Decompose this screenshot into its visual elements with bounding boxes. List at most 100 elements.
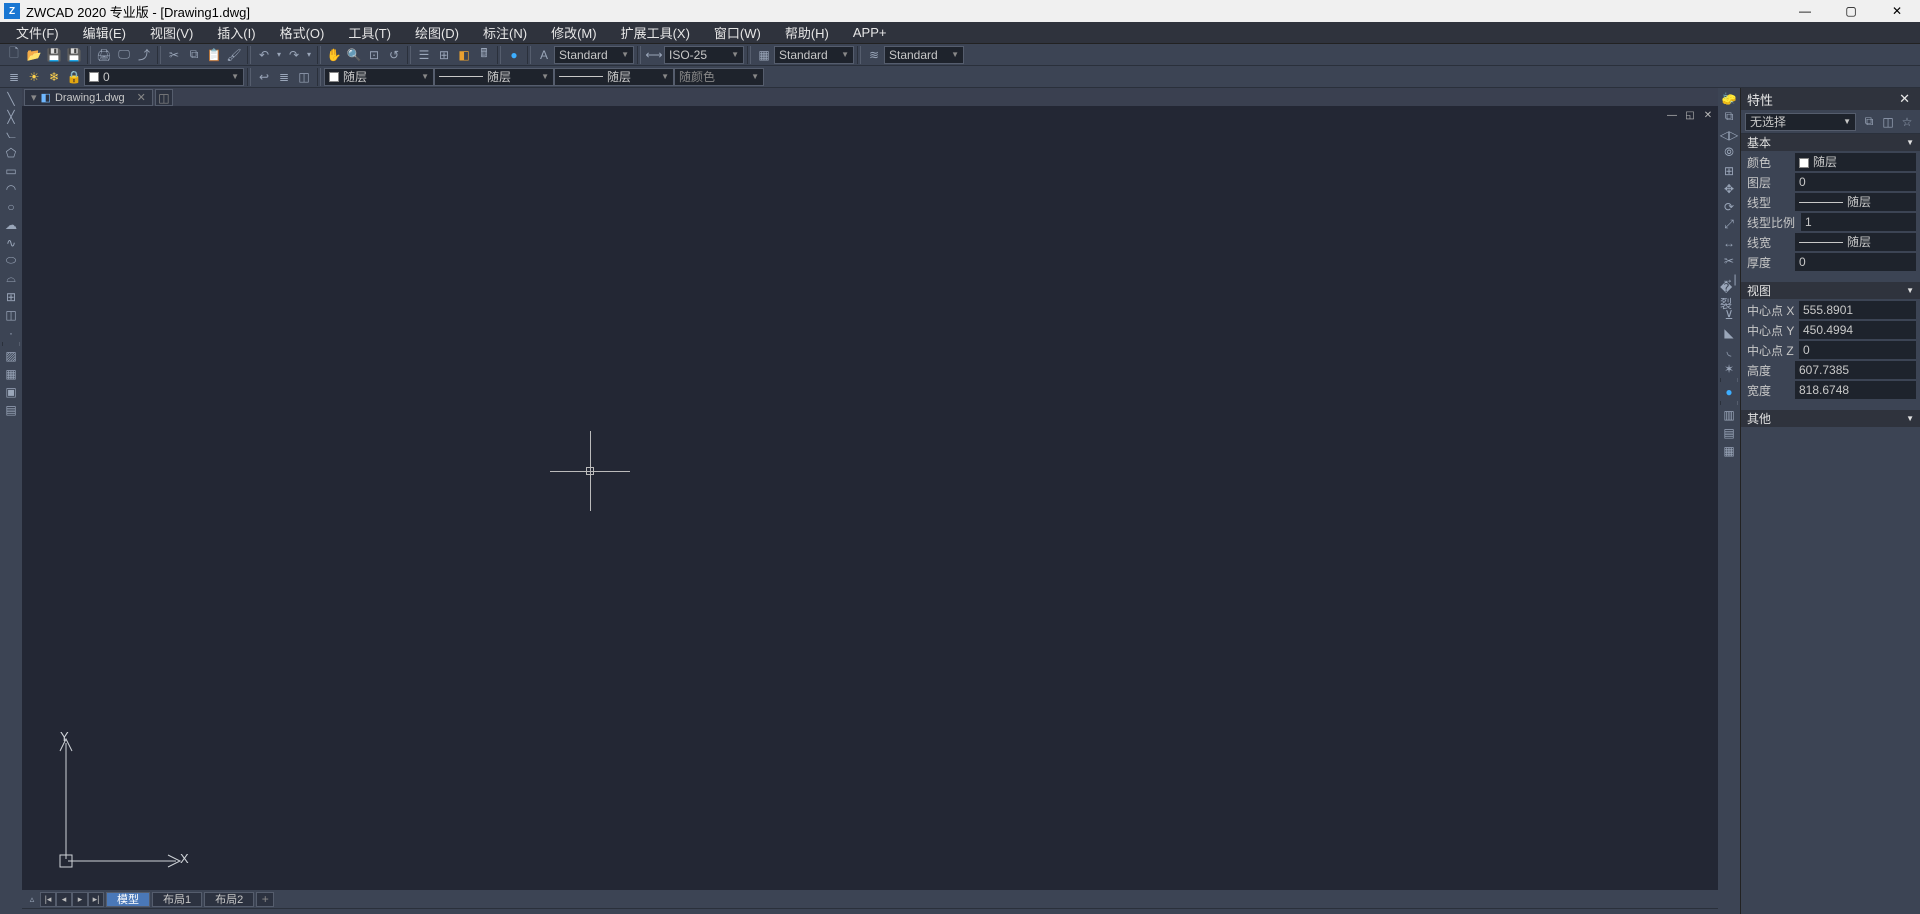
zoomwin-icon[interactable]: ⊡ (365, 46, 383, 64)
polygon-icon[interactable]: ⬠ (2, 144, 20, 161)
plotstyle-dropdown[interactable]: 随颜色▼ (674, 68, 764, 86)
draworder-icon[interactable]: ● (1720, 383, 1738, 400)
menu-edit[interactable]: 编辑(E) (71, 21, 138, 44)
prop-linetype-field[interactable]: 随层 (1795, 193, 1916, 211)
mlstyle-dropdown[interactable]: Standard▼ (884, 46, 964, 64)
textstyle-dropdown[interactable]: Standard▼ (554, 46, 634, 64)
menu-insert[interactable]: 插入(I) (205, 21, 267, 44)
file-tab-active[interactable]: ▾ ◧ Drawing1.dwg ✕ (24, 89, 153, 106)
saveas-icon[interactable]: 💾 (65, 46, 83, 64)
menu-ext[interactable]: 扩展工具(X) (609, 21, 702, 44)
window-minimize-button[interactable]: ― (1782, 0, 1828, 22)
drawing-canvas[interactable]: — ◱ ✕ Y X (22, 106, 1718, 890)
new-icon[interactable]: 🗋 (5, 46, 23, 64)
hatch-icon[interactable]: ▨ (2, 347, 20, 364)
dimstyle-dropdown[interactable]: ISO-25▼ (664, 46, 744, 64)
xline-icon[interactable]: ╳ (2, 108, 20, 125)
menu-view[interactable]: 视图(V) (138, 21, 205, 44)
layout-tab-model[interactable]: 模型 (106, 892, 150, 907)
save-icon[interactable]: 💾 (45, 46, 63, 64)
window-restore-button[interactable]: ▢ (1828, 0, 1874, 22)
redo-icon[interactable]: ↷ (285, 46, 303, 64)
prop-ltscale-field[interactable]: 1 (1801, 213, 1916, 231)
region-icon[interactable]: ▣ (2, 383, 20, 400)
selection-dropdown[interactable]: 无选择▼ (1745, 113, 1856, 131)
layeriso-icon[interactable]: ◫ (295, 68, 313, 86)
undo-icon[interactable]: ↶ (255, 46, 273, 64)
layout-prev-button[interactable]: ◂ (56, 892, 72, 907)
array-icon[interactable]: ⊞ (1720, 162, 1738, 179)
subwin-minimize-button[interactable]: — (1665, 108, 1679, 122)
menu-window[interactable]: 窗口(W) (702, 21, 773, 44)
properties-close-button[interactable]: ✕ (1895, 91, 1914, 107)
chevron-down-icon[interactable]: ▾ (31, 91, 37, 104)
toggle-pickadd-icon[interactable]: ☆ (1899, 114, 1915, 130)
erase-icon[interactable]: 🧽 (1720, 90, 1738, 107)
menu-modify[interactable]: 修改(M) (539, 21, 609, 44)
cut-icon[interactable]: ✂ (165, 46, 183, 64)
insert-icon[interactable]: ⊞ (2, 288, 20, 305)
table-icon[interactable]: ▤ (2, 401, 20, 418)
properties-title-bar[interactable]: 特性 ✕ (1741, 88, 1920, 110)
select-objects-icon[interactable]: ◫ (1880, 114, 1896, 130)
move-icon[interactable]: ✥ (1720, 180, 1738, 197)
new-file-tab-button[interactable]: ◫ (155, 89, 173, 106)
designcenter-icon[interactable]: ⊞ (435, 46, 453, 64)
print-icon[interactable]: 🖨 (95, 46, 113, 64)
block-icon[interactable]: ◫ (2, 306, 20, 323)
explode-icon[interactable]: ✶ (1720, 360, 1738, 377)
copyobj-icon[interactable]: ⧉ (1720, 108, 1738, 125)
prop-color-field[interactable]: 随层 (1795, 153, 1916, 171)
ellipse-icon[interactable]: ⬭ (2, 252, 20, 269)
menu-draw[interactable]: 绘图(D) (403, 21, 471, 44)
linetype-dropdown[interactable]: 随层▼ (434, 68, 554, 86)
pan-icon[interactable]: ✋ (325, 46, 343, 64)
selectset1-icon[interactable]: ▥ (1720, 406, 1738, 423)
scale-icon[interactable]: ⤢ (1720, 216, 1738, 233)
trim-icon[interactable]: ✂ (1720, 252, 1738, 269)
menu-tools[interactable]: 工具(T) (336, 21, 403, 44)
selectset2-icon[interactable]: ▤ (1720, 424, 1738, 441)
prop-thickness-field[interactable]: 0 (1795, 253, 1916, 271)
color-dropdown[interactable]: 随层▼ (324, 68, 434, 86)
menu-file[interactable]: 文件(F) (4, 21, 71, 44)
chamfer-icon[interactable]: ◣ (1720, 324, 1738, 341)
calc-icon[interactable]: 🖩 (475, 46, 493, 64)
layerstate-icon[interactable]: ≣ (275, 68, 293, 86)
layout-add-button[interactable]: + (256, 892, 274, 907)
prop-cz-field[interactable]: 0 (1799, 341, 1916, 359)
section-view-header[interactable]: 视图▼ (1741, 282, 1920, 300)
redo-drop-icon[interactable]: ▾ (305, 46, 313, 64)
prop-cx-field[interactable]: 555.8901 (1799, 301, 1916, 319)
layout-next-button[interactable]: ▸ (72, 892, 88, 907)
close-icon[interactable]: ✕ (137, 91, 146, 104)
layout-first-button[interactable]: |◂ (40, 892, 56, 907)
undo-drop-icon[interactable]: ▾ (275, 46, 283, 64)
menu-app[interactable]: APP+ (841, 23, 899, 42)
spline-icon[interactable]: ∿ (2, 234, 20, 251)
tablestyle-icon[interactable]: ▦ (755, 46, 773, 64)
layout-toggle-icon[interactable]: ▵ (25, 892, 39, 906)
menu-help[interactable]: 帮助(H) (773, 21, 841, 44)
join-icon[interactable]: ⊻ (1720, 306, 1738, 323)
section-basic-header[interactable]: 基本▼ (1741, 134, 1920, 152)
revcloud-icon[interactable]: ☁ (2, 216, 20, 233)
layer-dropdown[interactable]: 0▼ (84, 68, 244, 86)
layout-last-button[interactable]: ▸| (88, 892, 104, 907)
line-icon[interactable]: ╲ (2, 90, 20, 107)
window-close-button[interactable]: ✕ (1874, 0, 1920, 22)
cloud-icon[interactable]: ● (505, 46, 523, 64)
gradient-icon[interactable]: ▦ (2, 365, 20, 382)
arc-icon[interactable]: ◠ (2, 180, 20, 197)
layout-tab-2[interactable]: 布局2 (204, 892, 254, 907)
layeron-icon[interactable]: ☀ (25, 68, 43, 86)
layerlock-icon[interactable]: 🔒 (65, 68, 83, 86)
break-icon[interactable]: �裂 (1720, 288, 1738, 305)
dimstyle-icon[interactable]: ⟷ (645, 46, 663, 64)
quick-select-icon[interactable]: ⧉ (1861, 114, 1877, 130)
layout-tab-1[interactable]: 布局1 (152, 892, 202, 907)
matchprop-icon[interactable]: 🖌 (225, 46, 243, 64)
prop-width-field[interactable]: 818.6748 (1795, 381, 1916, 399)
layermgr-icon[interactable]: ≣ (5, 68, 23, 86)
menu-dimen[interactable]: 标注(N) (471, 21, 539, 44)
